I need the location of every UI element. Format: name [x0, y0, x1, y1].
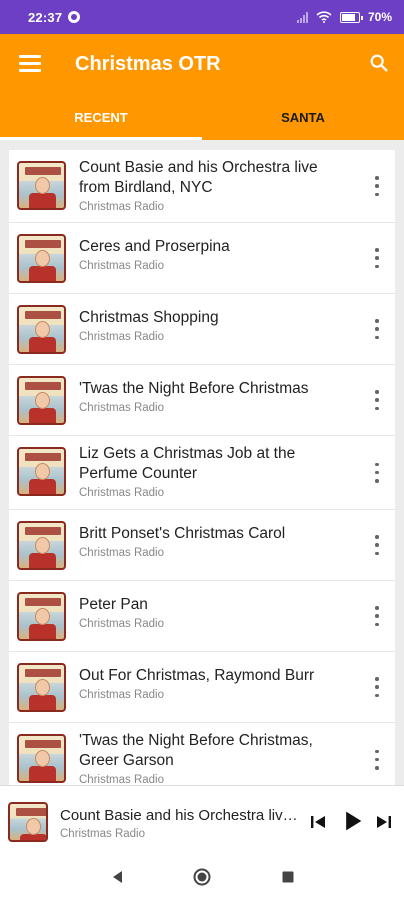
episode-list-container[interactable]: Count Basie and his Orchestra live from …: [0, 140, 404, 785]
episode-item[interactable]: Liz Gets a Christmas Job at the Perfume …: [9, 436, 395, 510]
recents-icon[interactable]: [278, 867, 298, 887]
episode-thumbnail: [17, 234, 66, 283]
mini-player[interactable]: Count Basie and his Orchestra live from …: [0, 785, 404, 853]
episode-item[interactable]: Ceres and Proserpina Christmas Radio: [9, 223, 395, 294]
episode-thumbnail: [17, 521, 66, 570]
episode-item[interactable]: 'Twas the Night Before Christmas Christm…: [9, 365, 395, 436]
more-options-icon[interactable]: [373, 606, 381, 626]
episode-title: Ceres and Proserpina: [79, 238, 230, 255]
wifi-icon: [316, 11, 332, 23]
episode-thumbnail: [17, 447, 66, 496]
status-time: 22:37: [28, 9, 63, 25]
episode-subtitle: Christmas Radio: [79, 331, 164, 343]
episode-subtitle: Christmas Radio: [79, 774, 164, 785]
notification-app-icon: [68, 11, 81, 23]
play-icon[interactable]: [338, 807, 366, 835]
episode-thumbnail: [17, 734, 66, 783]
episode-thumbnail: [17, 376, 66, 425]
back-icon[interactable]: [108, 867, 128, 887]
episode-item[interactable]: Peter Pan Christmas Radio: [9, 581, 395, 652]
episode-thumbnail: [17, 663, 66, 712]
more-options-icon[interactable]: [373, 390, 381, 410]
more-options-icon[interactable]: [373, 677, 381, 697]
tab-bar: RECENT SANTA: [0, 98, 404, 140]
episode-item[interactable]: Christmas Shopping Christmas Radio: [9, 294, 395, 365]
home-icon[interactable]: [192, 867, 212, 887]
episode-title: 'Twas the Night Before Christmas: [79, 380, 309, 397]
more-options-icon[interactable]: [373, 535, 381, 555]
episode-title: Out For Christmas, Raymond Burr: [79, 667, 315, 684]
episode-subtitle: Christmas Radio: [79, 402, 164, 414]
more-options-icon[interactable]: [373, 248, 381, 268]
menu-icon[interactable]: [19, 55, 41, 73]
episode-list: Count Basie and his Orchestra live from …: [9, 150, 395, 785]
episode-title: Christmas Shopping: [79, 309, 219, 326]
signal-icon: [296, 11, 308, 23]
episode-subtitle: Christmas Radio: [79, 487, 164, 499]
episode-item[interactable]: Count Basie and his Orchestra live from …: [9, 150, 395, 223]
episode-title: Count Basie and his Orchestra live from …: [79, 159, 318, 196]
search-icon[interactable]: [368, 52, 390, 74]
battery-percent: 70%: [367, 10, 392, 24]
episode-subtitle: Christmas Radio: [79, 618, 164, 630]
more-options-icon[interactable]: [373, 462, 381, 483]
now-playing-thumbnail: [8, 802, 48, 842]
episode-subtitle: Christmas Radio: [79, 201, 164, 213]
tab-santa[interactable]: SANTA: [202, 98, 404, 140]
skip-next-icon[interactable]: [372, 810, 396, 834]
episode-title: 'Twas the Night Before Christmas, Greer …: [79, 732, 313, 769]
episode-subtitle: Christmas Radio: [79, 260, 164, 272]
tab-recent[interactable]: RECENT: [0, 98, 202, 140]
episode-item[interactable]: Britt Ponset's Christmas Carol Christmas…: [9, 510, 395, 581]
episode-item[interactable]: Out For Christmas, Raymond Burr Christma…: [9, 652, 395, 723]
episode-thumbnail: [17, 161, 66, 210]
now-playing-title: Count Basie and his Orchestra live from …: [60, 807, 304, 824]
app-title: Christmas OTR: [75, 53, 221, 75]
episode-subtitle: Christmas Radio: [79, 689, 164, 701]
now-playing-subtitle: Christmas Radio: [60, 828, 145, 840]
episode-subtitle: Christmas Radio: [79, 547, 164, 559]
episode-item[interactable]: 'Twas the Night Before Christmas, Greer …: [9, 723, 395, 785]
episode-thumbnail: [17, 592, 66, 641]
system-nav-bar: [0, 853, 404, 900]
battery-icon: [339, 11, 363, 23]
skip-previous-icon[interactable]: [306, 810, 330, 834]
episode-title: Britt Ponset's Christmas Carol: [79, 525, 286, 542]
more-options-icon[interactable]: [373, 319, 381, 339]
episode-thumbnail: [17, 305, 66, 354]
more-options-icon[interactable]: [373, 176, 381, 196]
episode-title: Peter Pan: [79, 596, 148, 613]
app-bar: Christmas OTR RECENT SANTA: [0, 34, 404, 140]
episode-title: Liz Gets a Christmas Job at the Perfume …: [79, 445, 296, 482]
more-options-icon[interactable]: [373, 749, 381, 770]
status-bar: 22:37 70%: [0, 0, 404, 34]
